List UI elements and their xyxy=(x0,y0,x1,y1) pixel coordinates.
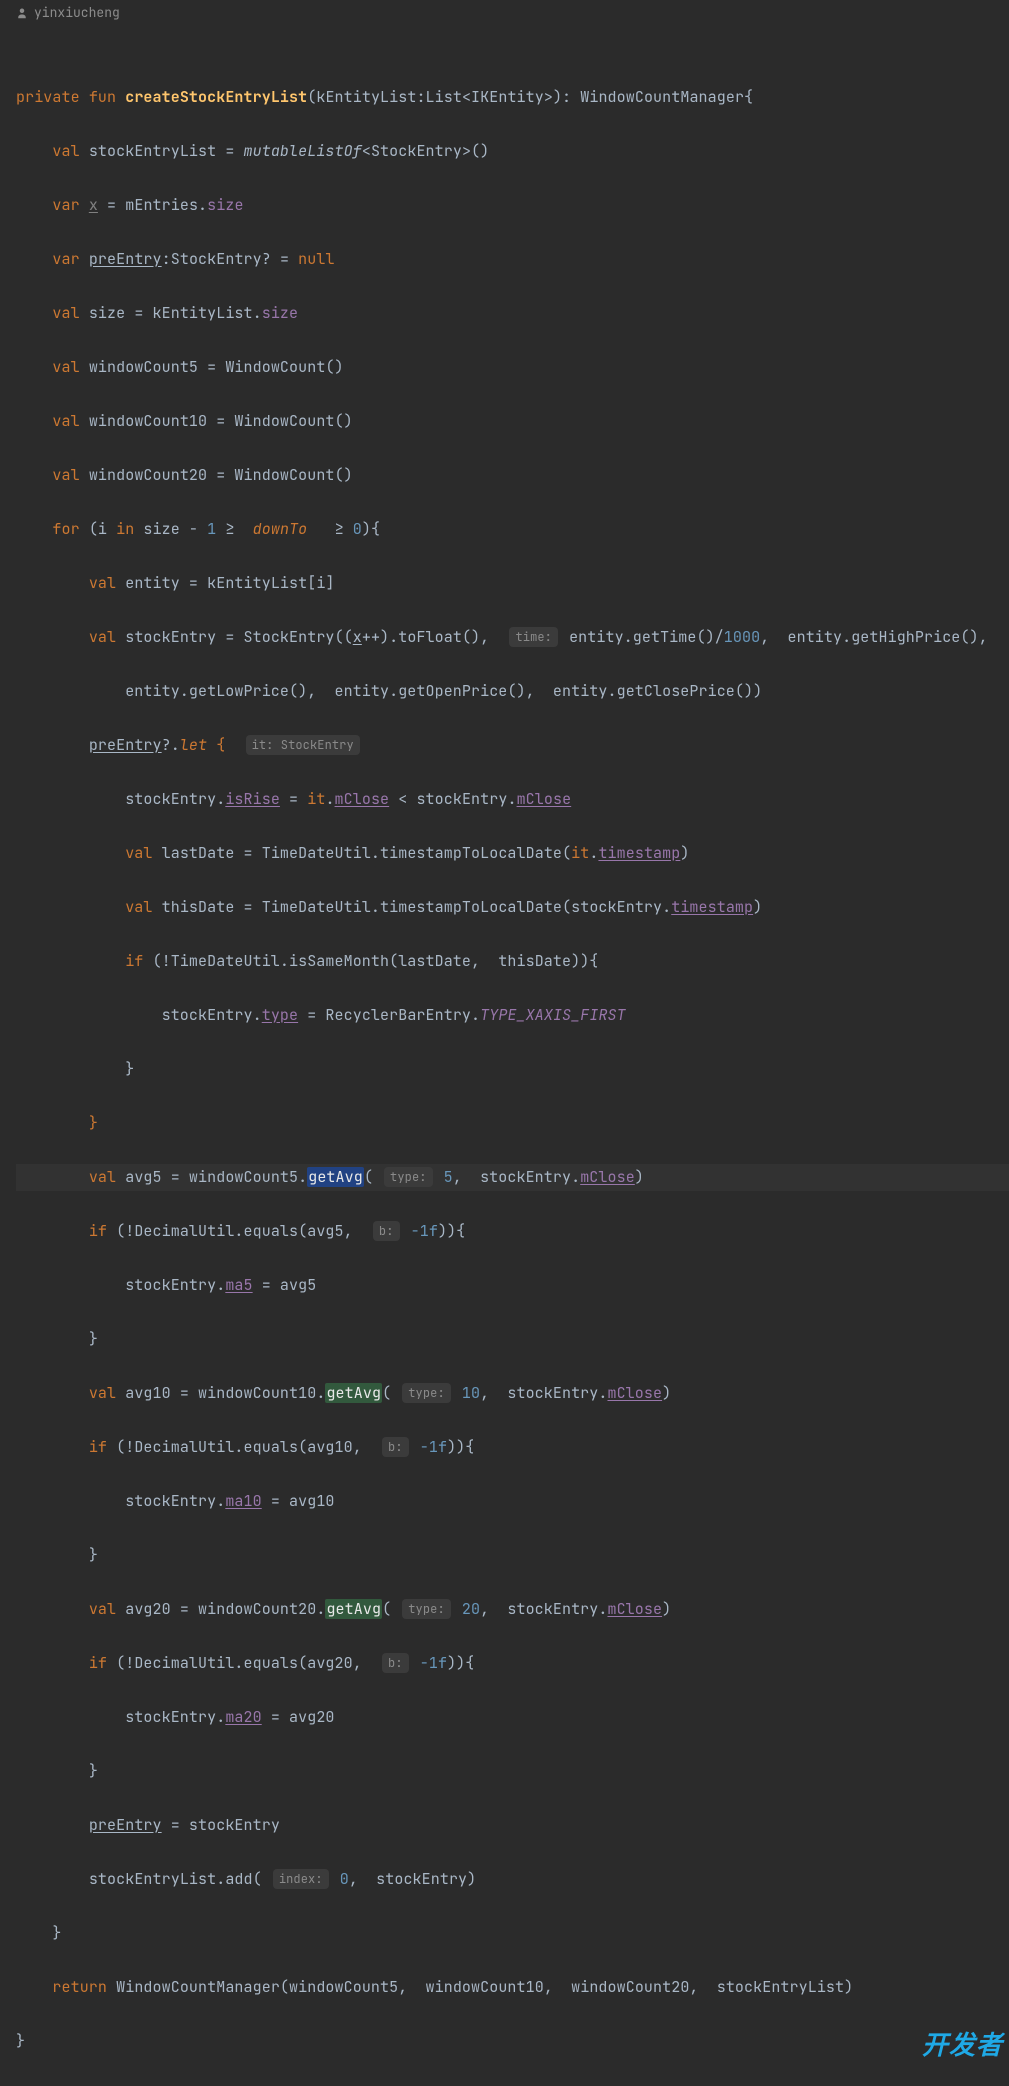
code-line: } xyxy=(16,1758,1009,1785)
code-line: val windowCount5 = WindowCount() xyxy=(16,354,1009,381)
code-line: preEntry?.let { it: StockEntry xyxy=(16,732,1009,759)
code-line: if (!TimeDateUtil.isSameMonth(lastDate, … xyxy=(16,948,1009,975)
code-line-highlighted: val avg5 = windowCount5.getAvg( type: 5,… xyxy=(16,1164,1009,1191)
code-line: stockEntry.ma5 = avg5 xyxy=(16,1272,1009,1299)
code-line: val entity = kEntityList[i] xyxy=(16,570,1009,597)
code-line: val windowCount20 = WindowCount() xyxy=(16,462,1009,489)
author-annotation: yinxiucheng xyxy=(0,0,1009,26)
code-line: } xyxy=(16,2028,1009,2055)
code-line: stockEntry.type = RecyclerBarEntry.TYPE_… xyxy=(16,1002,1009,1029)
code-line: val stockEntryList = mutableListOf<Stock… xyxy=(16,138,1009,165)
code-editor[interactable]: private fun createStockEntryList(kEntity… xyxy=(0,26,1009,2086)
code-line: val lastDate = TimeDateUtil.timestampToL… xyxy=(16,840,1009,867)
param-hint: b: xyxy=(373,1221,400,1241)
code-line: for (i in size - 1 ≥ downTo ≥ 0){ xyxy=(16,516,1009,543)
param-hint: b: xyxy=(382,1653,409,1673)
code-line: val size = kEntityList.size xyxy=(16,300,1009,327)
code-line: val windowCount10 = WindowCount() xyxy=(16,408,1009,435)
param-hint: b: xyxy=(382,1437,409,1457)
code-line: if (!DecimalUtil.equals(avg20, b: -1f)){ xyxy=(16,1650,1009,1677)
param-hint: type: xyxy=(402,1383,451,1403)
code-line: } xyxy=(16,1110,1009,1137)
code-line: val stockEntry = StockEntry((x++).toFloa… xyxy=(16,624,1009,651)
user-icon xyxy=(16,7,28,19)
code-line: return WindowCountManager(windowCount5, … xyxy=(16,1974,1009,2001)
param-hint: time: xyxy=(509,627,558,647)
code-line: stockEntry.ma20 = avg20 xyxy=(16,1704,1009,1731)
param-hint: index: xyxy=(273,1869,329,1889)
code-line: if (!DecimalUtil.equals(avg5, b: -1f)){ xyxy=(16,1218,1009,1245)
param-hint: type: xyxy=(402,1599,451,1619)
code-line: if (!DecimalUtil.equals(avg10, b: -1f)){ xyxy=(16,1434,1009,1461)
code-line: stockEntryList.add( index: 0, stockEntry… xyxy=(16,1866,1009,1893)
code-line: entity.getLowPrice(), entity.getOpenPric… xyxy=(16,678,1009,705)
code-line: stockEntry.isRise = it.mClose < stockEnt… xyxy=(16,786,1009,813)
code-line: val avg10 = windowCount10.getAvg( type: … xyxy=(16,1380,1009,1407)
code-line: val thisDate = TimeDateUtil.timestampToL… xyxy=(16,894,1009,921)
code-line: } xyxy=(16,1920,1009,1947)
code-line: private fun createStockEntryList(kEntity… xyxy=(16,84,1009,111)
code-line: preEntry = stockEntry xyxy=(16,1812,1009,1839)
code-line: val avg20 = windowCount20.getAvg( type: … xyxy=(16,1596,1009,1623)
code-line: var preEntry:StockEntry? = null xyxy=(16,246,1009,273)
code-line: stockEntry.ma10 = avg10 xyxy=(16,1488,1009,1515)
param-hint: type: xyxy=(384,1167,433,1187)
param-hint: it: StockEntry xyxy=(246,735,360,755)
code-line: } xyxy=(16,1326,1009,1353)
code-line: } xyxy=(16,1542,1009,1569)
code-line: var x = mEntries.size xyxy=(16,192,1009,219)
author-name: yinxiucheng xyxy=(34,0,120,26)
code-line: } xyxy=(16,1056,1009,1083)
